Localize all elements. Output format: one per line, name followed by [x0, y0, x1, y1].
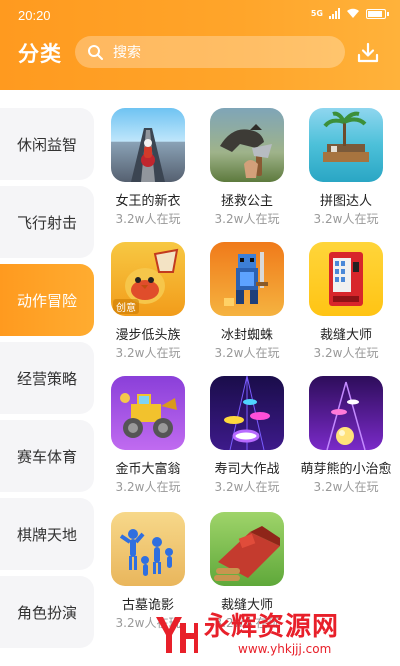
- app-name: 拼图达人: [319, 194, 372, 209]
- app-card[interactable]: 拯救公主 3.2w人在玩: [199, 108, 295, 228]
- sidebar-item-casual-puzzle[interactable]: 休闲益智: [0, 108, 94, 180]
- dinosaur-icon: [210, 108, 284, 182]
- creative-badge: 创意: [113, 299, 139, 314]
- wifi-icon: [347, 8, 359, 18]
- sidebar-item-action-adventure[interactable]: 动作冒险: [0, 264, 94, 336]
- rolling-ball-icon: [309, 376, 383, 450]
- header-bar: 20:20 5G 分类 搜索: [0, 0, 400, 90]
- log-harvester-icon: [210, 512, 284, 586]
- vending-machine-icon: [309, 242, 383, 316]
- app-name: 拯救公主: [220, 194, 273, 209]
- watermark-url: www.yhkjjj.com: [238, 642, 332, 656]
- watermark-title: 永辉资源网: [204, 612, 340, 642]
- app-name: 女王的新衣: [115, 194, 181, 209]
- app-name: 漫步低头族: [115, 328, 181, 343]
- sidebar-item-role-playing[interactable]: 角色扮演: [0, 576, 94, 648]
- status-icons: 5G: [310, 8, 389, 19]
- watermark: 永辉资源网 www.yhkjjj.com: [150, 606, 400, 662]
- battery-icon: [366, 8, 389, 19]
- search-placeholder: 搜索: [113, 45, 141, 61]
- status-bar: 20:20 5G: [0, 0, 400, 28]
- app-players: 3.2w人在玩: [313, 212, 379, 226]
- raft-island-icon: [309, 108, 383, 182]
- signal-icon: [329, 8, 340, 19]
- app-card[interactable]: 萌芽熊的小治愈 3.2w人在玩: [298, 376, 394, 496]
- stickman-crowd-icon: [111, 512, 185, 586]
- sidebar-item-strategy[interactable]: 经营策略: [0, 342, 94, 414]
- moto-racing-icon: [111, 108, 185, 182]
- app-name: 冰封蜘蛛: [220, 328, 273, 343]
- app-card[interactable]: 金币大富翁 3.2w人在玩: [100, 376, 196, 496]
- app-card[interactable]: 拼图达人 3.2w人在玩: [298, 108, 394, 228]
- sidebar-item-board-cards[interactable]: 棋牌天地: [0, 498, 94, 570]
- app-card[interactable]: 创意 漫步低头族 3.2w人在玩: [100, 242, 196, 362]
- sidebar-item-flight-shooting[interactable]: 飞行射击: [0, 186, 94, 258]
- app-players: 3.2w人在玩: [115, 346, 181, 360]
- network-5g-label: 5G: [310, 8, 323, 18]
- app-players: 3.2w人在玩: [214, 480, 280, 494]
- app-name: 寿司大作战: [214, 462, 280, 477]
- app-card[interactable]: 寿司大作战 3.2w人在玩: [199, 376, 295, 496]
- pixel-knight-icon: [210, 242, 284, 316]
- music-tiles-icon: [210, 376, 284, 450]
- sidebar-item-racing-sports[interactable]: 赛车体育: [0, 420, 94, 492]
- app-players: 3.2w人在玩: [115, 480, 181, 494]
- app-card[interactable]: 冰封蜘蛛 3.2w人在玩: [199, 242, 295, 362]
- app-players: 3.2w人在玩: [214, 212, 280, 226]
- app-card[interactable]: 裁缝大师 3.2w人在玩: [298, 242, 394, 362]
- app-name: 裁缝大师: [319, 328, 372, 343]
- download-icon[interactable]: [356, 41, 380, 65]
- watermark-logo-icon: [156, 617, 198, 653]
- bulldozer-icon: [111, 376, 185, 450]
- app-players: 3.2w人在玩: [313, 480, 379, 494]
- app-players: 3.2w人在玩: [115, 212, 181, 226]
- app-card[interactable]: 女王的新衣 3.2w人在玩: [100, 108, 196, 228]
- app-players: 3.2w人在玩: [214, 346, 280, 360]
- search-icon: [88, 45, 103, 60]
- status-time: 20:20: [18, 8, 51, 23]
- search-input[interactable]: 搜索: [75, 36, 345, 68]
- app-name: 金币大富翁: [115, 462, 181, 477]
- app-name: 萌芽熊的小治愈: [300, 462, 392, 477]
- app-players: 3.2w人在玩: [313, 346, 379, 360]
- page-title: 分类: [18, 42, 62, 66]
- bird-mascot-icon: 创意: [111, 242, 185, 316]
